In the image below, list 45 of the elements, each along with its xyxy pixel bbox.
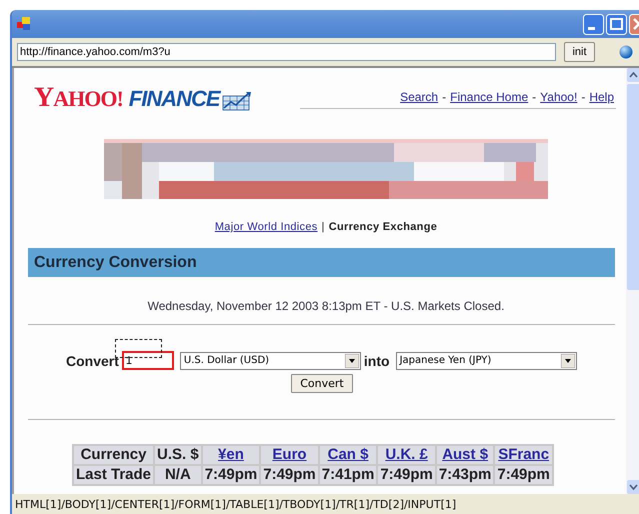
scroll-up-icon[interactable]	[627, 68, 639, 82]
link-separator: -	[581, 90, 586, 104]
convert-button[interactable]: Convert	[291, 374, 353, 393]
maximize-button[interactable]	[606, 14, 627, 34]
header-link[interactable]: Yahoo!	[540, 90, 578, 104]
to-currency-dropdown[interactable]: Japanese Yen (JPY)	[396, 352, 577, 370]
date-line: Wednesday, November 12 2003 8:13pm ET - U.S. Markets Closed.	[146, 299, 506, 313]
table-cell: 7:41pm	[320, 466, 376, 484]
scroll-down-icon[interactable]	[627, 480, 639, 494]
link-separator: -	[442, 90, 446, 104]
address-field[interactable]: http://finance.yahoo.com/m3?u	[17, 43, 556, 61]
minimize-button[interactable]	[583, 14, 604, 34]
status-orb-icon	[619, 45, 633, 59]
row-header: Last Trade	[74, 466, 154, 484]
column-header: U.S. $	[155, 446, 201, 464]
table-cell: 7:49pm	[202, 466, 260, 484]
yahoo-logo: YAHOO!	[34, 86, 123, 111]
focus-outline	[114, 339, 162, 358]
init-button[interactable]: init	[564, 42, 595, 62]
finance-logo: FINANCE	[128, 87, 220, 111]
header-link[interactable]: Search	[400, 90, 438, 104]
dropdown-arrow-icon	[344, 354, 359, 368]
nav-link[interactable]: Currency Exchange	[328, 221, 438, 233]
into-label: into	[364, 352, 390, 368]
section-title: Currency Conversion	[34, 254, 197, 272]
column-header: Currency	[74, 446, 154, 464]
app-icon	[16, 16, 32, 32]
header-link[interactable]: Help	[589, 90, 614, 104]
dropdown-arrow-icon	[560, 354, 575, 368]
table-cell: N/A	[155, 466, 201, 484]
table-cell: 7:49pm	[495, 466, 552, 484]
convert-label: Convert	[66, 352, 119, 368]
table-cell: 7:49pm	[261, 466, 318, 484]
table-cell: 7:49pm	[378, 466, 435, 484]
nav-separator: |	[322, 221, 325, 233]
nav-link[interactable]: Major World Indices	[214, 221, 318, 233]
vertical-scrollbar[interactable]	[626, 68, 639, 494]
chart-logo-icon	[222, 91, 252, 111]
header-link[interactable]: Finance Home	[450, 90, 528, 104]
close-button[interactable]	[629, 14, 639, 34]
status-text: HTML[1]/BODY[1]/CENTER[1]/FORM[1]/TABLE[1]/TBODY[1]/TR[1]/TD[2]/INPUT[1]	[15, 498, 456, 510]
table-cell: 7:43pm	[436, 466, 494, 484]
from-currency-dropdown[interactable]: U.S. Dollar (USD)	[180, 352, 361, 370]
amount-field[interactable]: 1	[122, 351, 174, 370]
link-separator: -	[532, 90, 536, 104]
